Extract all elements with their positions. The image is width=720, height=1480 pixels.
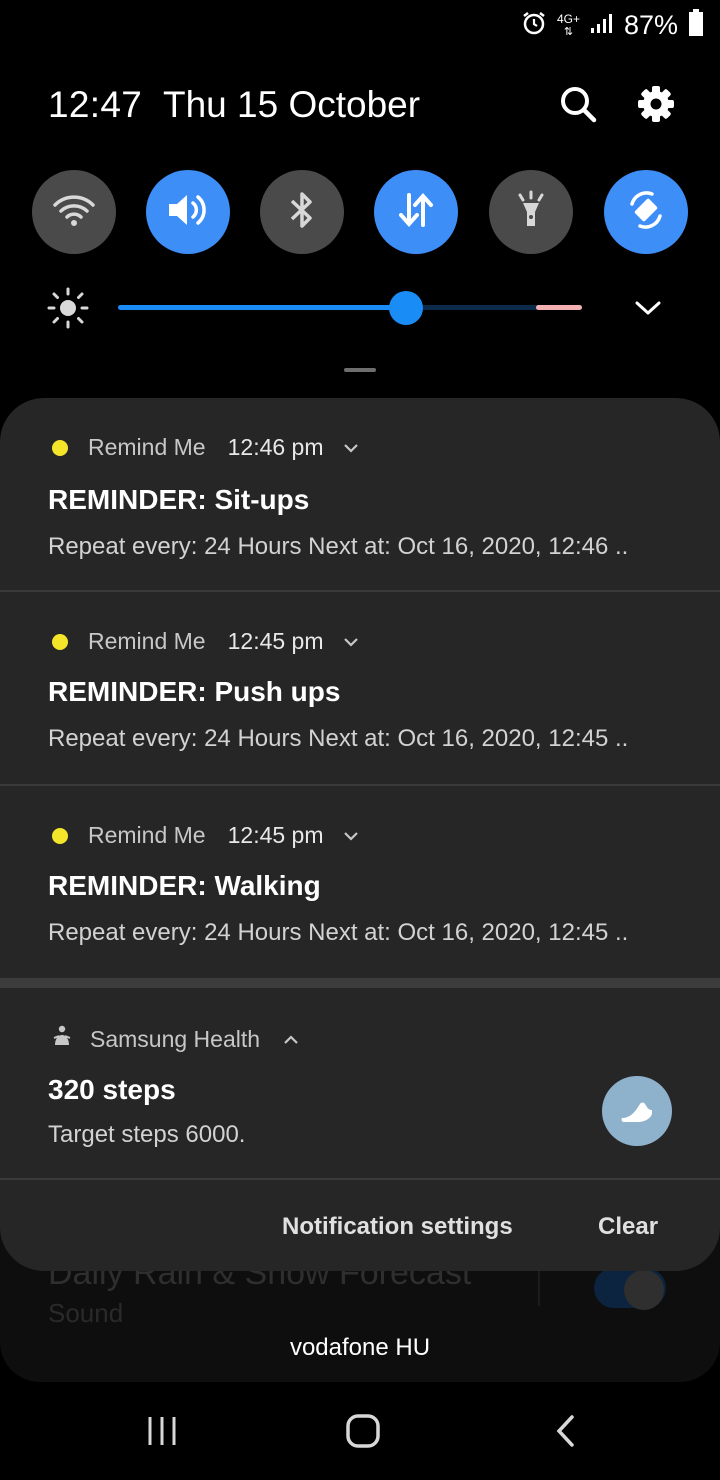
shoe-icon[interactable] xyxy=(602,1076,672,1146)
notification-card[interactable]: Remind Me 12:45 pm REMINDER: Walking Rep… xyxy=(0,786,720,976)
signal-icon xyxy=(590,12,614,39)
divider xyxy=(538,1266,540,1306)
app-name: Samsung Health xyxy=(90,1025,261,1052)
date[interactable]: Thu 15 October xyxy=(163,84,420,126)
app-name: Remind Me xyxy=(88,628,206,654)
notification-body: Repeat every: 24 Hours Next at: Oct 16, … xyxy=(48,919,629,946)
app-indicator-dot xyxy=(52,827,68,844)
navigation-bar xyxy=(0,1384,720,1480)
notification-header: Remind Me 12:46 pm xyxy=(52,434,360,461)
background-notification-subtitle: Sound xyxy=(48,1298,124,1328)
chevron-down-icon[interactable] xyxy=(342,822,360,849)
rotate-icon xyxy=(624,188,668,237)
clock[interactable]: 12:47 xyxy=(48,84,142,126)
status-icons: 4G+ ⇅ 87% xyxy=(521,8,704,42)
speaker-icon xyxy=(165,192,211,233)
data-transfer-icon xyxy=(396,191,436,234)
notification-settings-button[interactable]: Notification settings xyxy=(282,1213,513,1241)
home-icon[interactable] xyxy=(344,1412,382,1450)
brightness-marker xyxy=(536,305,582,310)
auto-rotate-toggle[interactable] xyxy=(604,170,688,254)
brightness-icon xyxy=(46,286,90,330)
notification-header: Remind Me 12:45 pm xyxy=(52,822,360,849)
alarm-icon xyxy=(521,10,547,41)
steps-count: 320 steps xyxy=(48,1074,176,1105)
chevron-down-icon[interactable] xyxy=(628,290,668,326)
wifi-icon xyxy=(52,193,96,232)
notification-time: 12:46 pm xyxy=(227,434,324,460)
notification-card[interactable]: Remind Me 12:46 pm REMINDER: Sit-ups Rep… xyxy=(0,398,720,590)
clear-button[interactable]: Clear xyxy=(598,1213,658,1241)
brightness-fill xyxy=(118,305,406,310)
notification-card[interactable]: Remind Me 12:45 pm REMINDER: Push ups Re… xyxy=(0,592,720,784)
chevron-up-icon[interactable] xyxy=(282,1026,300,1053)
notification-title: REMINDER: Walking xyxy=(48,870,321,901)
notification-time: 12:45 pm xyxy=(227,628,324,654)
notification-header: Samsung Health xyxy=(50,1024,300,1054)
health-notification-card[interactable]: Samsung Health 320 steps Target steps 60… xyxy=(0,988,720,1178)
app-name: Remind Me xyxy=(88,434,206,460)
recent-apps-icon[interactable] xyxy=(146,1414,180,1448)
carrier-label: vodafone HU xyxy=(289,1334,431,1361)
status-bar: 4G+ ⇅ 87% xyxy=(0,0,720,50)
bluetooth-icon xyxy=(288,190,316,235)
mobile-data-toggle[interactable] xyxy=(374,170,458,254)
app-name: Remind Me xyxy=(88,822,206,848)
chevron-down-icon[interactable] xyxy=(342,628,360,655)
panel-drag-handle[interactable] xyxy=(344,368,376,372)
battery-icon xyxy=(688,8,704,42)
notification-panel: Remind Me 12:46 pm REMINDER: Sit-ups Rep… xyxy=(0,398,720,1271)
battery-percentage: 87% xyxy=(623,9,678,40)
notification-title: REMINDER: Sit-ups xyxy=(48,484,310,515)
notification-time: 12:45 pm xyxy=(227,822,324,848)
switch-knob xyxy=(624,1270,664,1310)
back-icon[interactable] xyxy=(550,1414,584,1448)
samsung-health-icon xyxy=(50,1024,74,1054)
flashlight-icon xyxy=(514,190,548,235)
app-indicator-dot xyxy=(52,439,68,456)
notification-title: REMINDER: Push ups xyxy=(48,676,341,707)
steps-target: Target steps 6000. xyxy=(48,1121,246,1148)
notification-body: Repeat every: 24 Hours Next at: Oct 16, … xyxy=(48,533,629,560)
divider xyxy=(0,1178,720,1180)
wifi-toggle[interactable] xyxy=(32,170,116,254)
bluetooth-toggle[interactable] xyxy=(260,170,344,254)
chevron-down-icon[interactable] xyxy=(342,434,360,461)
notification-header: Remind Me 12:45 pm xyxy=(52,628,360,655)
notification-body: Repeat every: 24 Hours Next at: Oct 16, … xyxy=(48,725,629,752)
settings-gear-icon[interactable] xyxy=(634,82,678,126)
group-divider xyxy=(0,978,720,988)
network-type-label: 4G+ xyxy=(556,11,580,26)
network-type-icon: 4G+ ⇅ xyxy=(556,11,580,38)
flashlight-toggle[interactable] xyxy=(489,170,573,254)
brightness-slider-thumb[interactable] xyxy=(388,291,423,325)
sound-toggle[interactable] xyxy=(146,170,230,254)
search-icon[interactable] xyxy=(556,82,600,126)
app-indicator-dot xyxy=(52,633,68,650)
